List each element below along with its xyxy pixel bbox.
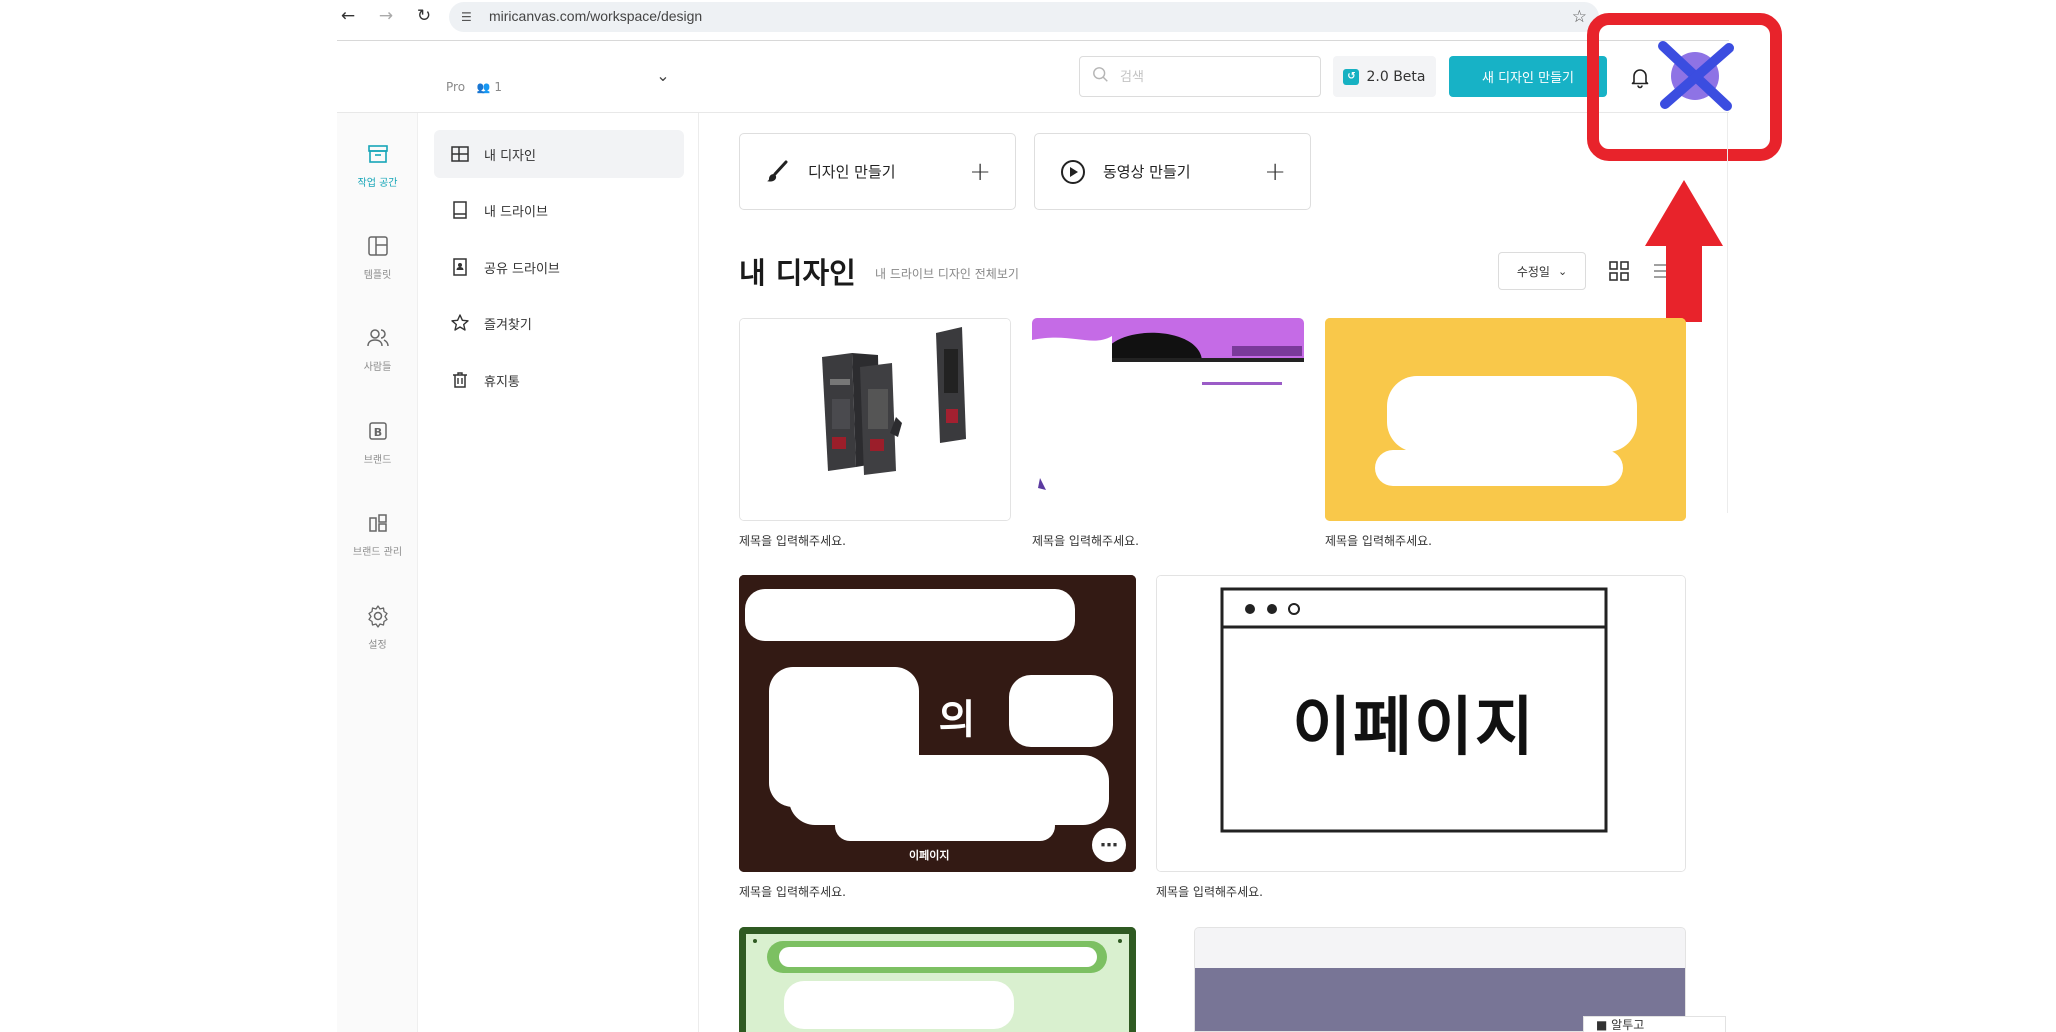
beta-button[interactable]: ↺ 2.0 Beta [1333, 56, 1436, 97]
panel-divider [1727, 113, 1728, 513]
nav-item-label: 공유 드라이브 [484, 261, 560, 277]
rail-label: 작업 공간 [357, 178, 398, 189]
chevron-down-icon: ⌄ [1557, 264, 1568, 278]
plan-label: Pro [446, 80, 466, 94]
new-design-button[interactable]: 새 디자인 만들기 [1449, 56, 1607, 97]
people-icon [366, 329, 389, 347]
beta-logo-icon: ↺ [1343, 68, 1360, 85]
redacted-design-thumbnail [1325, 318, 1686, 521]
redacted-design-thumbnail [1032, 318, 1304, 521]
search-input[interactable] [1120, 65, 1310, 89]
thumbnail-caption: 이페이지 [909, 849, 950, 862]
nav-item-trash[interactable]: 휴지통 [434, 356, 684, 404]
nav-item-my-designs[interactable]: 내 디자인 [434, 130, 684, 178]
annotation-arrow [1645, 180, 1723, 322]
brand-b-icon: B [368, 422, 387, 440]
design-title[interactable]: 제목을 입력해주세요. [1032, 532, 1139, 549]
rail-label: 브랜드 [363, 455, 392, 466]
svg-text:B: B [373, 426, 381, 439]
nav-item-label: 휴지통 [484, 374, 520, 390]
nav-item-label: 내 드라이브 [484, 204, 548, 220]
grid-view-icon[interactable] [1608, 260, 1630, 282]
create-design-card[interactable]: 디자인 만들기 + [739, 133, 1016, 210]
rail-item-brand[interactable]: B 브랜드 [337, 418, 418, 466]
rail-item-templates[interactable]: 템플릿 [337, 233, 418, 281]
plus-icon: + [1264, 156, 1286, 187]
archive-box-icon [367, 145, 388, 163]
create-video-label: 동영상 만들기 [1103, 163, 1191, 181]
design-thumbnail[interactable] [1325, 318, 1686, 521]
rail-label: 템플릿 [363, 270, 392, 281]
brush-icon [767, 160, 788, 182]
gear-icon [367, 605, 388, 628]
shared-drive-icon [453, 258, 467, 276]
help-label: 알투고 [1611, 1018, 1645, 1032]
create-video-card[interactable]: 동영상 만들기 + [1034, 133, 1311, 210]
sort-dropdown[interactable]: 수정일 ⌄ [1498, 252, 1586, 290]
nav-item-shared-drive[interactable]: 공유 드라이브 [434, 243, 684, 291]
url-text[interactable]: miricanvas.com/workspace/design [489, 8, 702, 24]
address-bar[interactable]: ☰ miricanvas.com/workspace/design ☆ [449, 2, 1599, 32]
side-nav: 내 디자인 내 드라이브 공유 드라이브 즐겨찾기 휴지통 [418, 113, 699, 1032]
site-settings-icon[interactable]: ☰ [461, 9, 477, 25]
icon-rail: 작업 공간 템플릿 사람들 B 브랜드 브랜드 관리 설정 [337, 113, 418, 1032]
create-design-label: 디자인 만들기 [808, 163, 896, 181]
overlay-word: 의 [939, 697, 976, 743]
member-count: 1 [494, 80, 503, 94]
star-outline-icon [451, 314, 469, 331]
chat-icon: ■ [1596, 1018, 1608, 1032]
reload-icon[interactable]: ↻ [413, 5, 435, 27]
page-title: 내 디자인 [739, 256, 856, 290]
trash-icon [453, 372, 467, 388]
design-thumbnail[interactable] [739, 927, 1136, 1032]
design-thumbnail[interactable]: 의 이페이지 ⋯ [739, 575, 1136, 872]
design-thumbnail[interactable]: 이페이지 [1156, 575, 1686, 872]
product-photo-thumbnail [740, 319, 1010, 520]
design-title[interactable]: 제목을 입력해주세요. [1156, 883, 1263, 900]
play-circle-icon [1061, 159, 1085, 184]
thumbnail-text: 이페이지 [1292, 691, 1536, 765]
design-title[interactable]: 제목을 입력해주세요. [739, 532, 846, 549]
plus-icon: + [969, 156, 991, 187]
nav-item-label: 즐겨찾기 [484, 317, 532, 333]
grid-layout-icon [451, 146, 469, 162]
rail-label: 브랜드 관리 [352, 547, 403, 558]
design-thumbnail[interactable] [1032, 318, 1304, 521]
annotation-highlight-box [1587, 13, 1782, 161]
search-icon [1093, 67, 1108, 82]
beta-label: 2.0 Beta [1366, 68, 1426, 85]
rail-item-brand-manage[interactable]: 브랜드 관리 [337, 510, 418, 558]
redacted-design-thumbnail: 의 [739, 575, 1136, 872]
view-all-drive-link[interactable]: 내 드라이브 디자인 전체보기 [875, 265, 1019, 282]
bookmark-star-icon[interactable]: ☆ [1572, 7, 1587, 27]
design-title[interactable]: 제목을 입력해주세요. [1325, 532, 1432, 549]
layout-template-icon [367, 236, 388, 256]
rail-item-workspace[interactable]: 작업 공간 [337, 141, 418, 189]
rail-label: 사람들 [363, 362, 392, 373]
search-field[interactable] [1079, 56, 1321, 97]
rail-label: 설정 [368, 640, 387, 651]
members-icon: 👥 [476, 81, 491, 94]
chevron-down-icon[interactable]: ⌄ [653, 66, 673, 86]
rail-item-settings[interactable]: 설정 [337, 603, 418, 651]
list-view-icon[interactable] [1652, 261, 1666, 281]
design-title[interactable]: 제목을 입력해주세요. [739, 883, 846, 900]
workspace-plan[interactable]: Pro 👥 1 [446, 80, 502, 94]
back-arrow-icon[interactable]: ← [337, 5, 359, 27]
nav-item-my-drive[interactable]: 내 드라이브 [434, 186, 684, 234]
forward-arrow-icon[interactable]: → [375, 5, 397, 27]
browser-toolbar: ← → ↻ ☰ miricanvas.com/workspace/design … [337, 0, 1729, 34]
brand-manage-icon [368, 514, 387, 532]
more-options-button[interactable]: ⋯ [1092, 828, 1126, 862]
page: ← → ↻ ☰ miricanvas.com/workspace/design … [0, 0, 2056, 1032]
chrome-divider [337, 40, 1729, 41]
drive-icon [453, 201, 467, 219]
rail-item-people[interactable]: 사람들 [337, 325, 418, 373]
redacted-design-thumbnail [739, 927, 1136, 1032]
design-thumbnail[interactable] [739, 318, 1011, 521]
nav-item-label: 내 디자인 [484, 148, 536, 164]
nav-item-favorites[interactable]: 즐겨찾기 [434, 299, 684, 347]
sort-label: 수정일 [1516, 264, 1550, 279]
help-chat-tab[interactable]: ■ 알투고 [1583, 1016, 1726, 1032]
